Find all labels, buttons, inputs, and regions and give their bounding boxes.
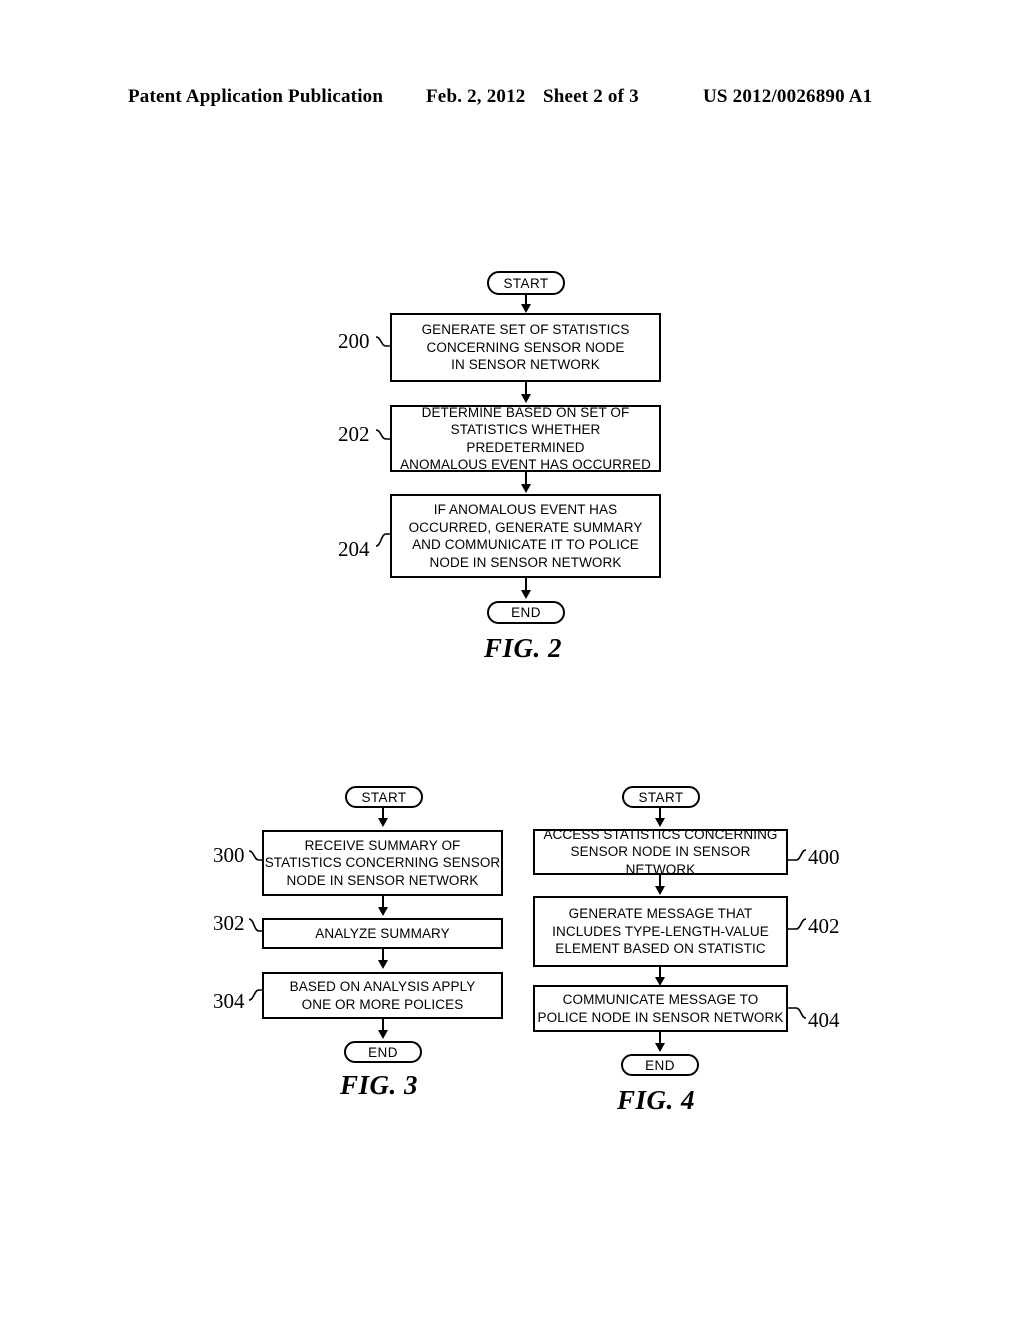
header-publication-title: Patent Application Publication	[128, 86, 384, 107]
fig4-caption: FIG. 4	[617, 1085, 696, 1115]
fig3-caption: FIG. 3	[340, 1070, 419, 1100]
fig3-step-302-box: ANALYZE SUMMARY	[262, 918, 503, 949]
fig4-step-400-box: ACCESS STATISTICS CONCERNING SENSOR NODE…	[533, 827, 788, 877]
fig4-start-label: START	[638, 789, 684, 805]
header-patent-number: US 2012/0026890 A1	[703, 86, 873, 107]
fig2-arrow-200-to-202	[521, 394, 531, 403]
fig2-leader-200	[375, 336, 390, 347]
sheet-header: Patent Application Publication Feb. 2, 2…	[128, 86, 896, 112]
fig3-ref-304: 304	[213, 989, 245, 1013]
fig2-step-204-box: IF ANOMALOUS EVENT HAS OCCURRED, GENERAT…	[390, 494, 661, 578]
fig3-arrow-start-to-300	[378, 818, 388, 827]
fig2-leader-204	[375, 533, 390, 547]
fig4-leader-400	[788, 849, 807, 861]
fig4-step-400-text: ACCESS STATISTICS CONCERNING SENSOR NODE…	[543, 826, 778, 877]
fig4-ref-400: 400	[808, 845, 840, 869]
fig4-step-404-box: COMMUNICATE MESSAGE TO POLICE NODE IN SE…	[533, 985, 788, 1032]
fig2-step-204-text: IF ANOMALOUS EVENT HAS OCCURRED, GENERAT…	[408, 502, 643, 570]
header-date: Feb. 2, 2012	[426, 86, 526, 107]
fig4-ref-402: 402	[808, 914, 840, 938]
fig4-end-terminator: END	[621, 1054, 699, 1076]
fig3-ref-300: 300	[213, 843, 245, 867]
fig2-step-200-box: GENERATE SET OF STATISTICS CONCERNING SE…	[390, 313, 661, 382]
fig3-leader-302	[248, 918, 263, 932]
fig2-ref-204: 204	[338, 537, 370, 561]
fig3-step-300-box: RECEIVE SUMMARY OF STATISTICS CONCERNING…	[262, 830, 503, 896]
fig3-step-302-text: ANALYZE SUMMARY	[315, 925, 450, 941]
header-sheet-number: Sheet 2 of 3	[543, 86, 639, 107]
fig4-ref-404: 404	[808, 1008, 840, 1032]
fig2-leader-202	[375, 429, 390, 440]
fig3-end-terminator: END	[344, 1041, 422, 1063]
fig3-step-304-text: BASED ON ANALYSIS APPLY ONE OR MORE POLI…	[289, 979, 476, 1012]
fig4-step-404-text: COMMUNICATE MESSAGE TO POLICE NODE IN SE…	[537, 992, 784, 1025]
fig3-start-label: START	[361, 789, 407, 805]
fig4-step-402-text: GENERATE MESSAGE THAT INCLUDES TYPE-LENG…	[552, 906, 769, 957]
fig2-arrow-204-to-end	[521, 590, 531, 599]
fig3-arrow-302-to-304	[378, 960, 388, 969]
fig2-arrow-start-to-200	[521, 304, 531, 313]
fig4-leader-402	[788, 918, 807, 930]
fig4-step-402-box: GENERATE MESSAGE THAT INCLUDES TYPE-LENG…	[533, 896, 788, 967]
fig2-caption: FIG. 2	[484, 633, 563, 663]
fig2-end-terminator: END	[487, 601, 565, 624]
fig2-start-terminator: START	[487, 271, 565, 295]
fig2-step-202-box: DETERMINE BASED ON SET OF STATISTICS WHE…	[390, 405, 661, 472]
fig3-ref-302: 302	[213, 911, 245, 935]
fig3-step-300-text: RECEIVE SUMMARY OF STATISTICS CONCERNING…	[264, 837, 501, 888]
fig2-arrow-202-to-204	[521, 484, 531, 493]
fig2-ref-202: 202	[338, 422, 370, 446]
fig2-step-200-text: GENERATE SET OF STATISTICS CONCERNING SE…	[421, 322, 630, 373]
fig2-step-202-text: DETERMINE BASED ON SET OF STATISTICS WHE…	[400, 404, 651, 473]
fig4-arrow-400-to-402	[655, 886, 665, 895]
fig2-ref-200: 200	[338, 329, 370, 353]
patent-drawing-sheet: Patent Application Publication Feb. 2, 2…	[0, 0, 1024, 1320]
fig3-end-label: END	[368, 1044, 398, 1060]
fig3-leader-300	[248, 850, 263, 861]
fig3-start-terminator: START	[345, 786, 423, 808]
fig4-arrow-404-to-end	[655, 1043, 665, 1052]
fig4-leader-404	[788, 1007, 807, 1019]
fig3-arrow-300-to-302	[378, 907, 388, 916]
fig3-leader-304	[248, 989, 263, 1001]
fig4-start-terminator: START	[622, 786, 700, 808]
fig3-arrow-304-to-end	[378, 1030, 388, 1039]
fig2-end-label: END	[511, 605, 541, 620]
fig3-step-304-box: BASED ON ANALYSIS APPLY ONE OR MORE POLI…	[262, 972, 503, 1019]
fig2-start-label: START	[503, 275, 549, 291]
fig4-end-label: END	[645, 1057, 675, 1073]
